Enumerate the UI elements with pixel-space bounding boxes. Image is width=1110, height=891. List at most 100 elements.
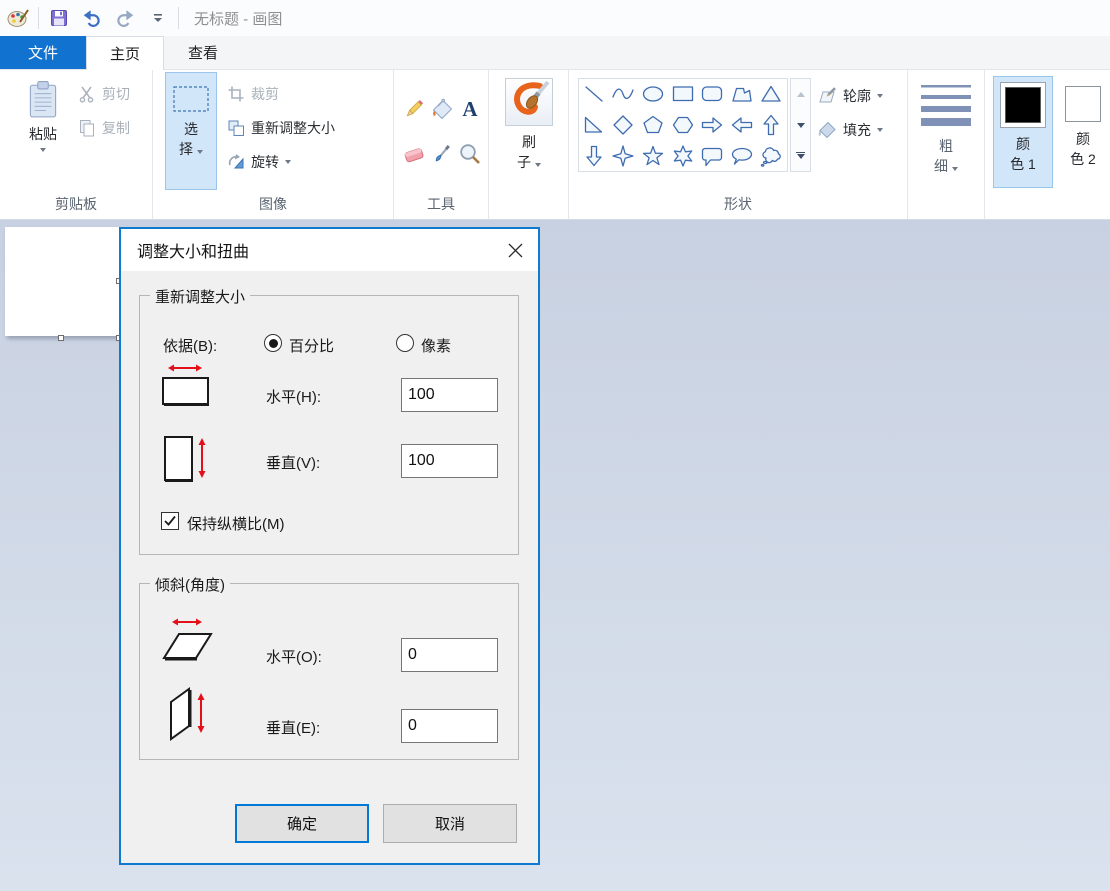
paint-logo-icon[interactable] [5,5,31,31]
magnifier-tool-button[interactable] [456,140,483,167]
group-shapes: 轮廓 填充 形状 [569,70,908,219]
color1-button[interactable]: 颜 色 1 [993,76,1053,188]
cancel-button[interactable]: 取消 [383,804,517,843]
shape-rectangle[interactable] [668,79,698,110]
shape-six-point-star[interactable] [668,140,698,171]
pencil-tool-button[interactable] [400,95,427,122]
radio-percentage[interactable] [264,334,282,352]
tab-file[interactable]: 文件 [0,36,86,69]
select-label-1: 选 [184,119,198,139]
color1-label-1: 颜 [1016,134,1030,154]
shape-polygon[interactable] [727,79,757,110]
customize-quick-access-icon[interactable] [145,5,171,31]
shape-right-arrow[interactable] [697,110,727,141]
fill-icon [817,120,837,140]
skew-legend: 倾斜(角度) [150,574,230,595]
skew-horizontal-label: 水平(O): [266,646,322,667]
shape-oval-callout[interactable] [727,140,757,171]
outline-label: 轮廓 [843,86,871,106]
shape-rounded-rectangle[interactable] [697,79,727,110]
rotate-button[interactable]: 旋转 [227,152,291,172]
resize-vertical-icon [162,434,214,484]
shape-down-arrow[interactable] [579,140,609,171]
group-colors: 颜 色 1 颜 色 2 [985,70,1110,219]
resize-vertical-input[interactable] [401,444,498,478]
paste-label: 粘贴 [29,124,57,144]
paste-button[interactable]: 粘贴 [14,74,72,190]
copy-icon [78,119,96,137]
brushes-button[interactable]: 刷 子 [501,78,557,190]
brushes-dropdown-arrow [535,163,541,167]
ok-button[interactable]: 确定 [235,804,369,843]
tab-home[interactable]: 主页 [86,36,164,70]
color1-swatch-frame [1000,82,1046,128]
resize-button[interactable]: 重新调整大小 [227,118,335,138]
resize-horizontal-input[interactable] [401,378,498,412]
radio-pixels[interactable] [396,334,414,352]
line-thickness-icon [921,82,971,128]
eraser-tool-button[interactable] [400,140,427,167]
shape-hexagon[interactable] [668,110,698,141]
shape-rounded-callout[interactable] [697,140,727,171]
resize-groupbox: 重新调整大小 依据(B): 百分比 像素 水平(H): 垂直(V): [139,295,519,555]
cut-label: 剪切 [102,84,130,104]
crop-button[interactable]: 裁剪 [227,84,279,104]
copy-button[interactable]: 复制 [78,118,130,138]
shapes-scroll-up-button[interactable] [791,79,810,110]
text-tool-button[interactable]: A [456,95,483,122]
shape-curve[interactable] [609,79,639,110]
fill-button[interactable]: 填充 [817,120,883,140]
group-size: 粗 细 [908,70,985,219]
outline-button[interactable]: 轮廓 [817,86,883,106]
shapes-scroll-down-button[interactable] [791,110,810,141]
svg-text:A: A [462,97,478,121]
color-picker-tool-button[interactable] [428,140,455,167]
select-rectangle-icon [172,85,210,113]
shape-four-point-star[interactable] [609,140,639,171]
fill-tool-button[interactable] [428,95,455,122]
skew-vertical-input[interactable] [401,709,498,743]
color1-label-2: 色 1 [1010,154,1036,174]
shape-left-arrow[interactable] [727,110,757,141]
shapes-scroll-column [790,78,811,172]
shape-cloud-callout[interactable] [757,140,787,171]
resize-legend: 重新调整大小 [150,286,250,307]
redo-icon[interactable] [112,5,138,31]
save-icon[interactable] [46,5,72,31]
group-label-image: 图像 [153,194,393,214]
shape-diamond[interactable] [609,110,639,141]
copy-label: 复制 [102,118,130,138]
shape-line[interactable] [579,79,609,110]
undo-icon[interactable] [79,5,105,31]
size-button[interactable]: 粗 细 [918,76,974,190]
fill-bucket-icon [430,97,454,121]
rotate-dropdown-arrow [285,160,291,164]
shape-right-triangle[interactable] [579,110,609,141]
group-label-clipboard: 剪贴板 [0,194,152,214]
crop-icon [227,85,245,103]
shape-ellipse[interactable] [638,79,668,110]
shapes-more-button[interactable] [791,140,810,171]
select-button[interactable]: 选 择 [165,72,217,190]
shape-pentagon[interactable] [638,110,668,141]
canvas[interactable] [5,227,119,336]
size-dropdown-arrow [952,167,958,171]
canvas-resize-handle-bottom[interactable] [58,335,64,341]
maintain-aspect-ratio-checkbox[interactable] [161,512,179,530]
skew-horizontal-input[interactable] [401,638,498,672]
select-dropdown-arrow [197,150,203,154]
close-icon [508,243,523,258]
shape-up-arrow[interactable] [757,110,787,141]
cut-button[interactable]: 剪切 [78,84,130,104]
dialog-close-button[interactable] [502,238,528,262]
dialog-title: 调整大小和扭曲 [137,238,249,262]
down-arrow-icon [797,123,805,128]
color2-button[interactable]: 颜 色 2 [1058,76,1108,188]
size-label-1: 粗 [939,136,953,156]
skew-horizontal-icon [161,614,215,664]
shape-five-point-star[interactable] [638,140,668,171]
shape-triangle[interactable] [757,79,787,110]
tab-view[interactable]: 查看 [164,36,242,69]
scissors-icon [78,85,96,103]
group-tools: A 工 [394,70,489,219]
